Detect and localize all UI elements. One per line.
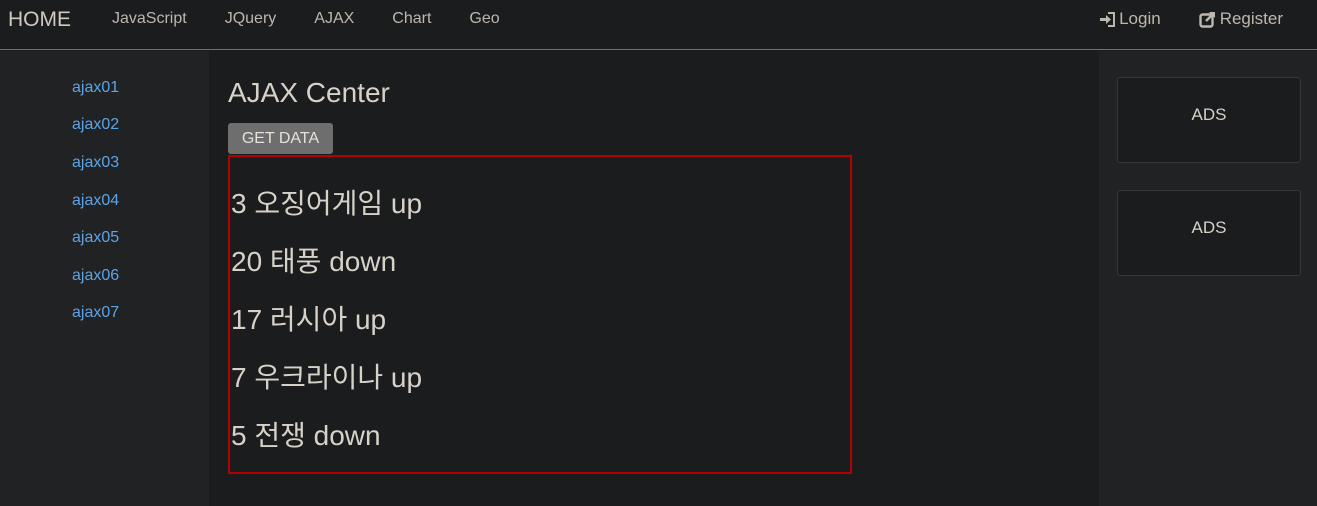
result-item: 17 러시아 up xyxy=(231,304,387,335)
login-link[interactable]: Login xyxy=(1098,9,1161,29)
left-sidebar: ajax01 ajax02 ajax03 ajax04 ajax05 ajax0… xyxy=(0,51,209,506)
register-link[interactable]: Register xyxy=(1199,9,1283,29)
edit-icon xyxy=(1199,10,1217,28)
right-sidebar: ADS ADS xyxy=(1099,51,1317,506)
nav-link-geo[interactable]: Geo xyxy=(469,10,499,28)
result-item: 20 태풍 down xyxy=(231,246,397,277)
page-title: AJAX Center xyxy=(228,77,390,108)
nav-link-chart[interactable]: Chart xyxy=(392,10,431,28)
top-navbar: HOME JavaScript JQuery AJAX Chart Geo Lo… xyxy=(0,0,1317,50)
home-link[interactable]: HOME xyxy=(8,8,71,32)
nav-link-jquery[interactable]: JQuery xyxy=(225,10,277,28)
sidebar-item-ajax06[interactable]: ajax06 xyxy=(72,267,119,285)
nav-link-ajax[interactable]: AJAX xyxy=(314,10,354,28)
result-item: 7 우크라이나 up xyxy=(231,362,423,393)
login-label: Login xyxy=(1119,9,1161,28)
nav-right: Login Register xyxy=(1060,9,1283,29)
result-box: 3 오징어게임 up 20 태풍 down 17 러시아 up 7 우크라이나 … xyxy=(228,155,852,474)
get-data-button[interactable]: GET DATA xyxy=(228,123,333,154)
result-item: 3 오징어게임 up xyxy=(231,188,423,219)
sidebar-item-ajax05[interactable]: ajax05 xyxy=(72,229,119,247)
sidebar-item-ajax07[interactable]: ajax07 xyxy=(72,304,119,322)
register-label: Register xyxy=(1219,9,1283,28)
sign-in-icon xyxy=(1098,10,1116,28)
ad-box[interactable]: ADS xyxy=(1117,190,1301,276)
sidebar-item-ajax04[interactable]: ajax04 xyxy=(72,192,119,210)
ad-label: ADS xyxy=(1191,218,1227,237)
result-item: 5 전쟁 down xyxy=(231,420,381,451)
sidebar-item-ajax01[interactable]: ajax01 xyxy=(72,79,119,97)
ad-box[interactable]: ADS xyxy=(1117,77,1301,163)
main-content: AJAX Center GET DATA 3 오징어게임 up 20 태풍 do… xyxy=(209,51,1099,506)
nav-link-javascript[interactable]: JavaScript xyxy=(112,10,187,28)
ad-label: ADS xyxy=(1191,105,1227,124)
sidebar-item-ajax03[interactable]: ajax03 xyxy=(72,154,119,172)
nav-links: JavaScript JQuery AJAX Chart Geo xyxy=(112,10,538,28)
sidebar-item-ajax02[interactable]: ajax02 xyxy=(72,116,119,134)
